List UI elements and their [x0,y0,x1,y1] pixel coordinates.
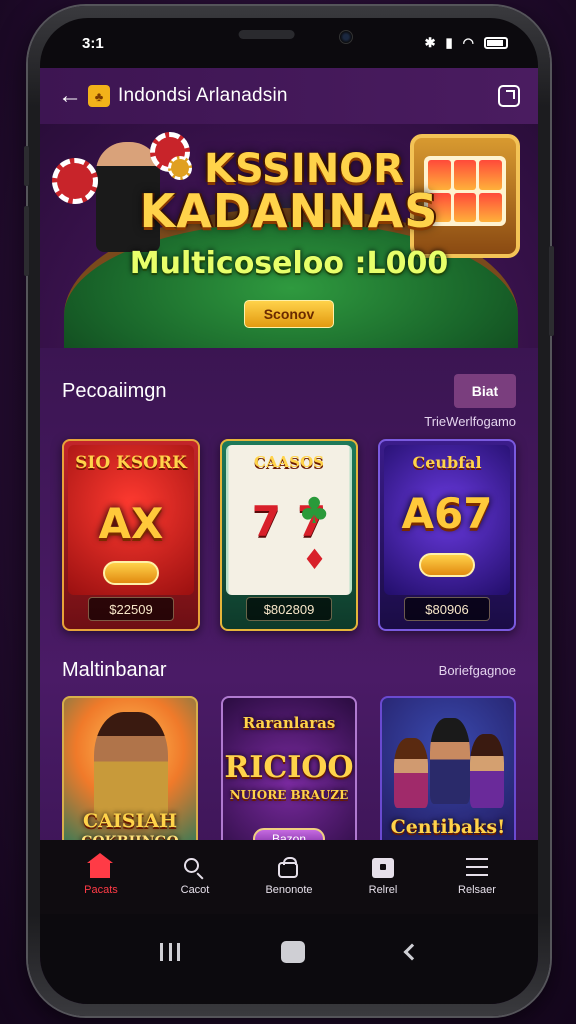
featured-game-title: CAISIAH [82,810,178,832]
nav-item-label: Benonote [265,884,313,896]
volume-up-button [24,146,29,186]
featured-game-title: Raranlaras [242,714,336,732]
game-card-badge [103,561,159,585]
bluetooth-icon: ✱ [424,35,436,50]
clover-icon: ♣ [298,491,331,532]
front-camera [339,30,353,44]
recents-icon[interactable] [160,943,181,961]
card-icon [372,858,394,878]
phone-frame: 3:1 ✱ ▮ ◠ ← ♣ Indondsi Arlanadsin KSSINO… [24,6,554,1016]
status-bar: 3:1 ✱ ▮ ◠ [40,18,538,68]
section1-see-all-link[interactable]: TrieWerlfogamo [62,414,516,429]
game-card-title: Ceubfal [412,453,482,472]
screen: 3:1 ✱ ▮ ◠ ← ♣ Indondsi Arlanadsin KSSINO… [40,18,538,1004]
app-header: ← ♣ Indondsi Arlanadsin [40,68,538,124]
character-illustration [394,738,428,808]
section1-button[interactable]: Biat [454,374,516,408]
battery-icon [484,37,508,49]
back-icon[interactable] [403,943,421,961]
nav-item-label: Relsaer [458,884,496,896]
game-card[interactable]: Ceubfal A67 $80906 [378,439,516,631]
volume-down-button [24,206,29,276]
speaker-grille [238,30,295,39]
section2-header: Maltinbanar Boriefgagnoe [62,659,516,682]
nav-item-home[interactable]: Pacats [66,853,136,896]
promo-banner[interactable]: KSSINOR KADANNAS Multicoseloo :L000 Scon… [40,124,538,348]
search-icon [184,858,206,878]
game-card-main-text: A67 [401,489,493,538]
game-card-price: $22509 [88,597,174,621]
featured-game-subtitle: NUIORE BRAUZE [229,788,349,802]
game-card-price: $80906 [404,597,490,621]
nav-item-label: Cacot [180,884,210,896]
game-card-badge [419,553,475,577]
banner-button[interactable]: Sconov [244,300,334,328]
section1-cards: SIO KSORK AX $22509 CAASOS 77 ♣ ♦ $80280… [62,439,516,631]
home-icon [87,853,113,878]
section1-title: Pecoaiimgn [62,379,167,402]
game-card-price: $802809 [246,597,332,621]
bottom-navigation: Pacats Cacot Benonote Relrel Relsaer [40,840,538,914]
character-illustration [430,718,470,804]
bag-icon [278,857,300,878]
system-navigation-bar [40,914,538,1004]
menu-icon [466,858,488,878]
character-illustration [94,712,168,822]
game-card-main-text: AX [98,499,164,548]
nav-item-bag[interactable]: Benonote [254,857,324,896]
character-illustration [470,734,504,808]
share-icon[interactable] [498,85,520,107]
game-card-title: CAASOS [254,453,324,471]
game-card[interactable]: CAASOS 77 ♣ ♦ $802809 [220,439,358,631]
status-icons: ✱ ▮ ◠ [425,35,508,51]
main-content: Pecoaiimgn Biat TrieWerlfogamo SIO KSORK… [40,348,538,893]
app-logo-icon: ♣ [88,85,110,107]
status-time: 3:1 [82,34,104,52]
game-card[interactable]: SIO KSORK AX $22509 [62,439,200,631]
app-title: Indondsi Arlanadsin [118,85,288,106]
back-arrow-icon[interactable]: ← [58,82,88,110]
section2-title: Maltinbanar [62,659,167,681]
nav-item-label: Pacats [84,884,118,896]
featured-game-main-text: RICIOO [224,750,354,785]
nav-item-menu[interactable]: Relsaer [442,858,512,896]
nav-item-search[interactable]: Cacot [160,858,230,896]
power-button [549,246,554,336]
section2-see-all-link[interactable]: Boriefgagnoe [439,663,516,678]
section1-header: Pecoaiimgn Biat [62,348,516,408]
signal-icon: ▮ [445,35,453,50]
diamond-icon: ♦ [302,543,328,576]
banner-title-line2: KADANNAS [139,184,439,238]
home-button-icon[interactable] [280,941,305,963]
game-card-main-text: 77 [251,497,343,546]
wifi-icon: ◠ [462,35,474,50]
banner-subtitle: Multicoseloo :L000 [129,246,449,281]
nav-item-label: Relrel [368,884,398,896]
nav-item-card[interactable]: Relrel [348,858,418,896]
game-card-title: SIO KSORK [75,453,187,473]
app: ← ♣ Indondsi Arlanadsin KSSINOR KADANNAS… [40,68,538,1004]
featured-game-title: Centibaks! [390,816,506,838]
